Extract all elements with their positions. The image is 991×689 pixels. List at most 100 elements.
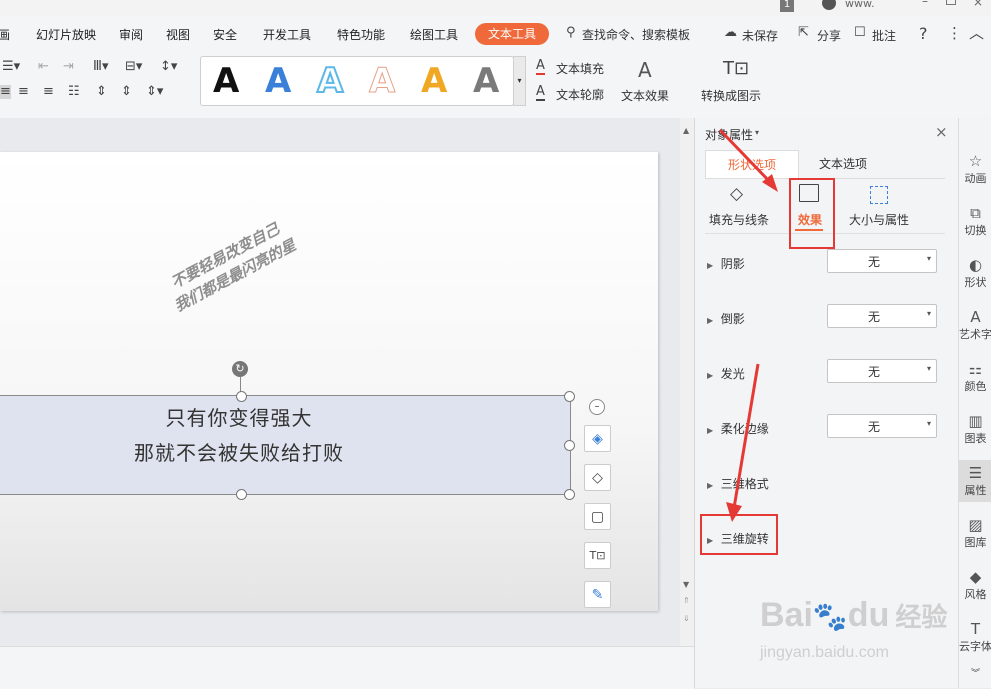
collapse-float-icon[interactable]: –	[589, 399, 605, 415]
align-text-icon[interactable]: ⊟▾	[125, 60, 142, 74]
text-direction-icon[interactable]: Ⅲ▾	[93, 60, 109, 74]
soft-edges-value: 无	[867, 420, 880, 434]
text-fill-button[interactable]: 文本填充	[556, 60, 604, 77]
align-center-icon[interactable]: ≡	[18, 85, 29, 99]
line-space-menu-icon[interactable]: ⇕▾	[146, 85, 163, 99]
layers-button[interactable]: ◈	[584, 425, 611, 452]
right-toolbar: ☆ 动画 ⧉ 切换 ◐ 形状 A 艺术字 ⚏ 颜色 ▥ 图表 ☰ 属性 ▨ 图库 ◆ 风格 T 云字…	[958, 118, 991, 688]
style-orange[interactable]: A	[421, 61, 447, 101]
scroll-down-icon[interactable]: ▼	[683, 580, 689, 589]
share-button[interactable]: 分享	[817, 27, 841, 44]
convert-to-diagram-button[interactable]: 转换成图示	[701, 87, 761, 104]
decrease-indent-icon[interactable]: ⇤	[38, 60, 49, 74]
chevron-down-icon: ▾	[926, 364, 931, 373]
avatar[interactable]	[822, 0, 836, 10]
rightbar-animation[interactable]: ☆ 动画	[959, 152, 991, 186]
prev-slide-icon[interactable]: ⇑	[683, 596, 690, 605]
resize-handle-top-right[interactable]	[564, 391, 575, 402]
style-blue[interactable]: A	[265, 61, 291, 101]
chevron-down-icon: ▾	[926, 309, 931, 318]
menu-features[interactable]: 特色功能	[337, 26, 385, 43]
text-fill-icon[interactable]: A	[536, 59, 545, 75]
format-painter-button[interactable]: ✎	[584, 581, 611, 608]
textbox-line-1: 只有你变得强大	[165, 406, 313, 430]
rightbar-transition[interactable]: ⧉ 切换	[959, 204, 991, 238]
style-black[interactable]: A	[213, 61, 239, 101]
brush-icon: ✎	[591, 586, 604, 603]
shadow-select[interactable]: 无 ▾	[827, 249, 937, 273]
subtab-size-property[interactable]: 大小与属性	[849, 211, 909, 228]
rightbar-transition-label: 切换	[964, 224, 987, 237]
gallery-scroll-icon[interactable]: ▾	[513, 56, 526, 106]
rightbar-style[interactable]: ◆ 风格	[959, 568, 991, 602]
menu-developer[interactable]: 开发工具	[263, 26, 311, 43]
comment-icon: ☐	[854, 25, 866, 40]
convert-float-button[interactable]: T⊡	[584, 542, 611, 569]
selected-textbox[interactable]: 只有你变得强大 那就不会被失败给打败	[0, 395, 571, 495]
minimize-icon[interactable]: –	[922, 0, 928, 8]
text-effect-button[interactable]: 文本效果	[621, 87, 669, 104]
soft-edges-select[interactable]: 无 ▾	[827, 414, 937, 438]
justify-icon[interactable]: ≡	[43, 85, 54, 99]
text-outline-button[interactable]: 文本轮廓	[556, 86, 604, 103]
paragraph-spacing-icon[interactable]: ⇕	[96, 85, 107, 99]
rightbar-expand-icon[interactable]: ︾	[959, 666, 991, 679]
para-spacing2-icon[interactable]: ⇕	[121, 85, 132, 99]
align-left-icon[interactable]: ≡	[0, 85, 11, 99]
rightbar-color[interactable]: ⚏ 颜色	[959, 360, 991, 394]
menu-drawing-tools[interactable]: 绘图工具	[410, 26, 458, 43]
next-slide-icon[interactable]: ⇓	[683, 614, 690, 623]
properties-icon: ☰	[968, 464, 983, 482]
resize-handle-bottom[interactable]	[236, 489, 247, 500]
rotate-handle-icon[interactable]: ↻	[232, 361, 248, 377]
rightbar-wordart[interactable]: A 艺术字	[959, 308, 991, 342]
resize-handle-top[interactable]	[236, 391, 247, 402]
rightbar-gallery[interactable]: ▨ 图库	[959, 516, 991, 550]
help-icon[interactable]: ?	[919, 24, 928, 43]
search-command[interactable]: 查找命令、搜索模板	[582, 26, 690, 43]
baidu-url-watermark: jingyan.baidu.com	[760, 644, 889, 661]
resize-handle-right[interactable]	[564, 440, 575, 451]
bullet-list-icon[interactable]: ☰▾	[2, 60, 20, 74]
more-icon[interactable]: ⋮	[947, 24, 962, 42]
chevron-down-icon: ▾	[926, 254, 931, 263]
style-pink-outline[interactable]: A	[368, 61, 395, 102]
size-property-icon	[870, 186, 888, 204]
line-spacing-icon[interactable]: ↕▾	[160, 60, 177, 74]
menu-review[interactable]: 审阅	[119, 26, 143, 43]
annotate-button[interactable]: 批注	[872, 27, 896, 44]
rightbar-shape[interactable]: ◐ 形状	[959, 256, 991, 290]
text-outline-icon[interactable]: A	[536, 85, 545, 101]
reflection-select[interactable]: 无 ▾	[827, 304, 937, 328]
resize-handle-bottom-right[interactable]	[564, 489, 575, 500]
menu-security[interactable]: 安全	[213, 26, 237, 43]
close-icon[interactable]: ×	[973, 0, 983, 9]
rightbar-gallery-label: 图库	[964, 536, 987, 549]
menu-slideshow[interactable]: 幻灯片放映	[36, 26, 96, 43]
style-light-blue-outline[interactable]: A	[316, 60, 344, 102]
vertical-scrollbar[interactable]: ▲ ▼ ⇑ ⇓	[680, 118, 694, 646]
menu-view[interactable]: 视图	[166, 26, 190, 43]
tab-text-tools[interactable]: 文本工具	[475, 23, 549, 45]
distribute-icon[interactable]: ☷	[68, 85, 80, 99]
menu-slideshow-partial[interactable]: 画	[0, 26, 10, 43]
rightbar-chart[interactable]: ▥ 图表	[959, 412, 991, 446]
fill-bucket-icon: ◇	[592, 469, 603, 486]
convert-icon[interactable]: T⊡	[723, 58, 749, 79]
unsaved-status[interactable]: 未保存	[742, 27, 778, 44]
rightbar-properties[interactable]: ☰ 属性	[959, 460, 991, 502]
style-gray-gradient[interactable]: A	[473, 61, 499, 101]
text-effect-icon[interactable]: A	[638, 58, 652, 82]
increase-indent-icon[interactable]: ⇥	[63, 60, 74, 74]
collapse-ribbon-icon[interactable]: ︿	[969, 22, 984, 43]
fill-button[interactable]: ◇	[584, 464, 611, 491]
scroll-up-icon[interactable]: ▲	[683, 126, 689, 135]
text-style-gallery[interactable]: A A A A A A	[200, 56, 514, 106]
search-icon[interactable]: ⚲	[566, 25, 576, 40]
panel-close-icon[interactable]: ×	[935, 123, 948, 141]
outline-button[interactable]: ▢	[584, 503, 611, 530]
maximize-icon[interactable]	[946, 0, 956, 5]
glow-select[interactable]: 无 ▾	[827, 359, 937, 383]
slide[interactable]	[0, 152, 658, 611]
rightbar-cloud-font[interactable]: T 云字体	[959, 620, 991, 654]
